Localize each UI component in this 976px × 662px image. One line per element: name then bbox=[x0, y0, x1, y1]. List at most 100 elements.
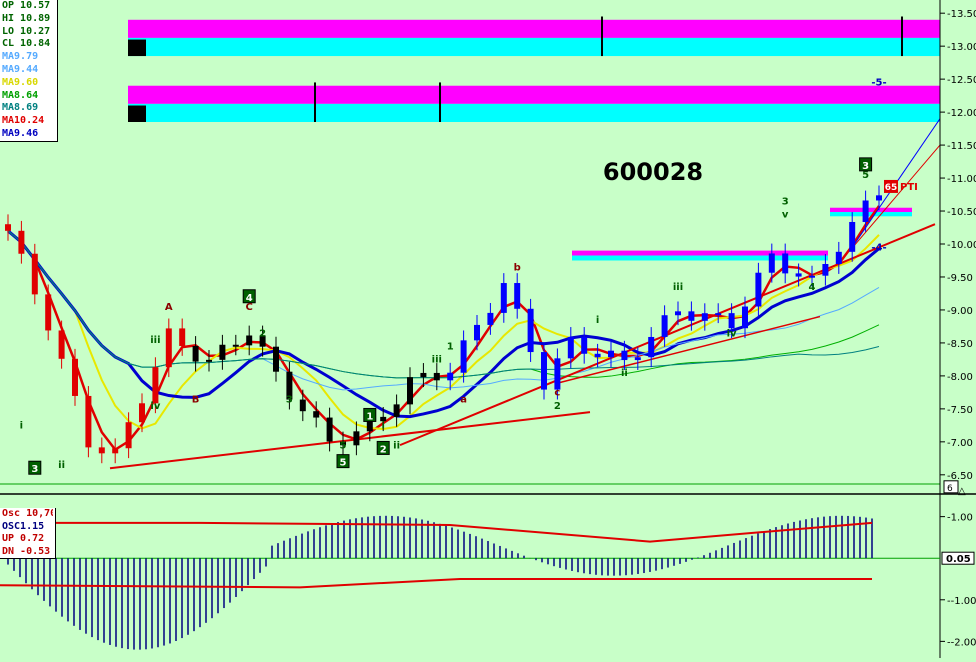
target-band-magenta bbox=[128, 19, 940, 38]
candle-body bbox=[500, 283, 507, 313]
price-tick-label: -8.50 bbox=[947, 339, 973, 350]
candle-body bbox=[795, 273, 802, 277]
candle-body bbox=[407, 377, 413, 405]
candle-body bbox=[273, 346, 279, 372]
price-tick-label: -8.00 bbox=[947, 372, 973, 383]
candle-body bbox=[232, 344, 239, 347]
wave-label: ii bbox=[393, 440, 400, 451]
candle-body bbox=[45, 294, 52, 331]
legend-item: HI 10.89 bbox=[2, 12, 51, 24]
wave-label: 2 bbox=[259, 328, 266, 339]
candle-body bbox=[192, 345, 199, 362]
osc-current-value: 0.05 bbox=[946, 554, 971, 565]
band-marker bbox=[128, 105, 146, 122]
candle-body bbox=[31, 253, 38, 295]
price-tick-label: -11.50 bbox=[947, 141, 976, 152]
osc-legend: Osc 10,70 OSC1.15 UP 0.72 DN -0.53 bbox=[0, 508, 56, 559]
price-tick-label: -13.50 bbox=[947, 9, 976, 20]
osc-legend-item: Osc 10,70 bbox=[2, 508, 53, 519]
osc-legend-item: UP 0.72 bbox=[2, 533, 45, 544]
candle-body bbox=[567, 336, 574, 359]
wave-label: B bbox=[192, 394, 200, 405]
candle-body bbox=[299, 399, 306, 412]
candle-body bbox=[809, 275, 815, 278]
wave-label: 3 bbox=[31, 464, 38, 475]
candle-body bbox=[98, 447, 105, 454]
wave-label: -4- bbox=[871, 243, 886, 254]
price-tick-label: -7.50 bbox=[947, 405, 973, 416]
legend-item: MA9.44 bbox=[2, 63, 39, 75]
candle-body bbox=[541, 352, 547, 390]
candle-body bbox=[621, 350, 628, 361]
legend-item: MA9.79 bbox=[2, 51, 39, 63]
candle-body bbox=[648, 336, 655, 358]
wave-label: b bbox=[514, 262, 521, 273]
candle-body bbox=[474, 324, 480, 341]
osc-legend-item: OSC1.15 bbox=[2, 520, 45, 532]
candle-body bbox=[165, 328, 172, 368]
candle-body bbox=[876, 195, 882, 201]
osc-tick-label: --2.00 bbox=[947, 637, 976, 648]
wave-label: -5- bbox=[871, 78, 886, 89]
candle-body bbox=[112, 448, 119, 454]
price-tick-label: -6.50 bbox=[947, 471, 973, 482]
candle-body bbox=[822, 264, 829, 276]
legend-item: MA8.64 bbox=[2, 89, 39, 101]
candle-body bbox=[85, 395, 92, 448]
candle-body bbox=[849, 221, 856, 252]
candle-body bbox=[18, 230, 25, 254]
wave-label: 3 bbox=[782, 196, 789, 207]
candle-body bbox=[72, 358, 78, 396]
alt-price-label: △ bbox=[958, 486, 966, 497]
wave-label: 3 bbox=[286, 394, 293, 405]
candle-body bbox=[514, 283, 521, 309]
wave-label: 2 bbox=[554, 401, 561, 412]
candle-body bbox=[768, 253, 775, 273]
candle-body bbox=[246, 335, 253, 346]
wave-label: 3 bbox=[862, 161, 869, 172]
candle-body bbox=[581, 336, 588, 354]
price-tick-label: -13.00 bbox=[947, 42, 976, 53]
candle-body bbox=[433, 372, 440, 381]
candle-body bbox=[393, 404, 400, 417]
legend-item: OP 10.57 bbox=[2, 0, 51, 11]
wave-label: 1 bbox=[447, 342, 454, 353]
wave-label: i bbox=[381, 421, 384, 432]
target-band-magenta bbox=[128, 85, 940, 104]
wave-label: 4 bbox=[809, 282, 816, 293]
candle-body bbox=[634, 357, 641, 361]
legend-item: CL 10.84 bbox=[2, 38, 51, 50]
candle-body bbox=[715, 313, 722, 316]
osc-tick-label: -1.00 bbox=[947, 513, 973, 524]
candle-body bbox=[353, 431, 360, 446]
wave-label: 5 bbox=[340, 440, 347, 451]
wave-label: iii bbox=[432, 355, 442, 366]
candle-body bbox=[594, 353, 601, 358]
wave-label: iii bbox=[673, 282, 683, 293]
wave-label: C bbox=[246, 302, 253, 313]
price-chart[interactable]: 3 iiiAiiiivB4C235512 iiiiii1ab2ciiiiiiiv3v… bbox=[0, 0, 976, 658]
candle-body bbox=[447, 372, 454, 381]
wave-label: i bbox=[20, 421, 23, 432]
candle-body bbox=[862, 200, 869, 222]
candle-body bbox=[58, 330, 65, 359]
price-tick-label: -12.00 bbox=[947, 108, 976, 119]
pti-text: PTI bbox=[900, 182, 918, 193]
candle-body bbox=[366, 421, 373, 432]
price-tick-label: -7.00 bbox=[947, 438, 973, 449]
candle-body bbox=[460, 340, 467, 373]
wave-label: iii bbox=[150, 335, 160, 346]
target-band-cyan bbox=[128, 103, 940, 122]
price-tick-label: -10.50 bbox=[947, 207, 976, 218]
wave-label: i bbox=[596, 315, 599, 326]
current-price-label: 6 bbox=[947, 484, 953, 494]
candle-body bbox=[152, 367, 159, 404]
price-tick-label: -9.00 bbox=[947, 306, 973, 317]
candle-body bbox=[219, 344, 226, 360]
candle-body bbox=[661, 315, 668, 337]
candle-body bbox=[728, 313, 735, 329]
price-tick-label: -11.00 bbox=[947, 174, 976, 185]
candle-body bbox=[206, 359, 212, 362]
candle-body bbox=[5, 224, 11, 231]
candle-body bbox=[139, 403, 145, 423]
